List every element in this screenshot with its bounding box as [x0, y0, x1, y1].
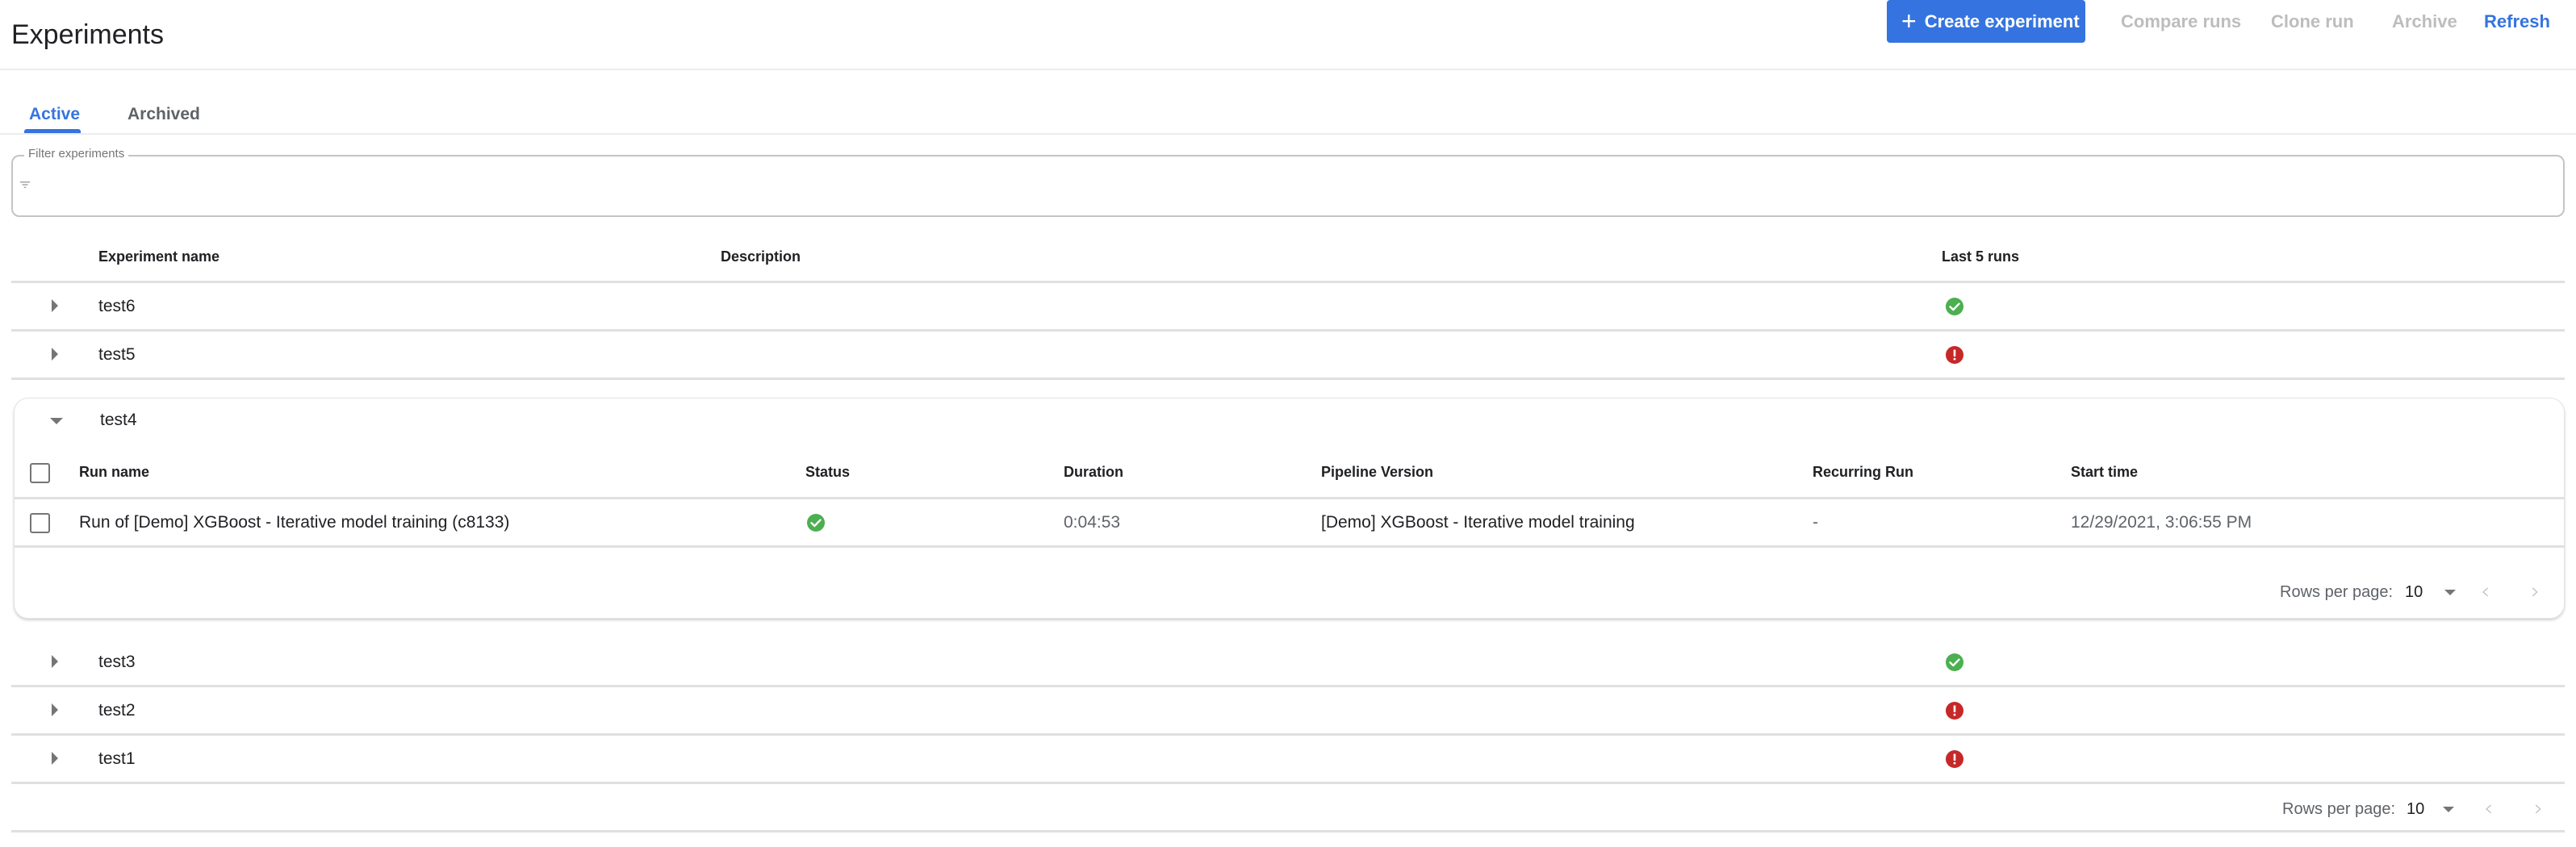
page-title: Experiments: [11, 19, 164, 50]
expanded-experiment-card: test4 Run name Status Duration Pipeline …: [14, 398, 2565, 619]
card-rows-per-page-dropdown-icon[interactable]: [2444, 590, 2456, 595]
create-experiment-label: Create experiment: [1924, 11, 2080, 31]
refresh-button[interactable]: Refresh: [2484, 0, 2550, 43]
tab-archived[interactable]: Archived: [128, 102, 200, 127]
run-name-link[interactable]: Run of [Demo] XGBoost - Iterative model …: [79, 512, 509, 533]
expanded-experiment-name[interactable]: test4: [100, 410, 137, 431]
error-status-icon: [1946, 702, 1963, 720]
expand-arrow-icon[interactable]: [52, 752, 58, 765]
card-rows-per-page-select[interactable]: 10: [2405, 582, 2423, 603]
card-previous-page-icon[interactable]: ‹: [2481, 580, 2490, 603]
experiment-row-test5[interactable]: test5: [11, 332, 2565, 378]
run-start-time: 12/29/2021, 3:06:55 PM: [2071, 513, 2252, 532]
error-status-icon: [1946, 750, 1963, 768]
row-divider: [15, 545, 2564, 548]
column-header-description: Description: [721, 248, 801, 265]
create-experiment-button[interactable]: + Create experiment: [1887, 0, 2085, 43]
run-duration: 0:04:53: [1064, 513, 1121, 532]
next-page-icon[interactable]: ›: [2534, 797, 2543, 820]
row-divider: [11, 782, 2565, 784]
clone-run-button[interactable]: Clone run: [2271, 0, 2354, 43]
rows-per-page-dropdown-icon[interactable]: [2443, 807, 2454, 812]
table-bottom-divider: [11, 830, 2565, 832]
run-pipeline-version-link[interactable]: [Demo] XGBoost - Iterative model trainin…: [1321, 512, 1635, 533]
tab-active[interactable]: Active: [29, 102, 80, 127]
rows-per-page-select[interactable]: 10: [2407, 799, 2424, 820]
experiment-name[interactable]: test5: [98, 344, 136, 365]
filter-experiments-input[interactable]: [42, 168, 2544, 205]
filter-experiments-label: Filter experiments: [24, 146, 129, 162]
experiment-row-test1[interactable]: test1: [11, 736, 2565, 782]
row-divider: [15, 497, 2564, 499]
tabs-divider: [0, 133, 2576, 135]
expand-arrow-icon[interactable]: [52, 703, 58, 716]
expand-arrow-icon[interactable]: [52, 655, 58, 668]
card-rows-per-page-label: Rows per page:: [2280, 583, 2394, 601]
experiment-row-test6[interactable]: test6: [11, 283, 2565, 330]
success-status-icon: [1946, 653, 1963, 671]
error-status-icon: [1946, 346, 1963, 364]
experiment-name[interactable]: test1: [98, 749, 136, 770]
run-column-header-start-time[interactable]: Start time: [2071, 462, 2138, 482]
rows-per-page-label: Rows per page:: [2282, 800, 2396, 818]
column-header-experiment-name[interactable]: Experiment name: [98, 247, 220, 266]
run-column-header-status[interactable]: Status: [805, 462, 850, 482]
select-all-runs-checkbox[interactable]: [30, 463, 50, 483]
expand-arrow-icon[interactable]: [52, 348, 58, 361]
run-recurring-run: -: [1813, 513, 1818, 532]
experiment-name[interactable]: test2: [98, 700, 136, 721]
compare-runs-button[interactable]: Compare runs: [2121, 0, 2241, 43]
run-column-header-duration[interactable]: Duration: [1064, 462, 1123, 482]
run-checkbox[interactable]: [30, 513, 50, 533]
experiment-row-test2[interactable]: test2: [11, 687, 2565, 734]
archive-button[interactable]: Archive: [2392, 0, 2457, 43]
experiment-row-test3[interactable]: test3: [11, 639, 2565, 686]
card-next-page-icon[interactable]: ›: [2531, 580, 2540, 603]
run-column-header-recurring-run[interactable]: Recurring Run: [1813, 462, 1913, 482]
collapse-arrow-icon[interactable]: [50, 418, 63, 424]
run-column-header-run-name[interactable]: Run name: [79, 462, 149, 482]
experiment-name[interactable]: test6: [98, 296, 136, 317]
expand-arrow-icon[interactable]: [52, 299, 58, 312]
run-column-header-pipeline-version[interactable]: Pipeline Version: [1321, 462, 1433, 482]
filter-icon: [20, 182, 30, 188]
experiment-name[interactable]: test3: [98, 652, 136, 673]
success-status-icon: [807, 514, 825, 532]
success-status-icon: [1946, 298, 1963, 315]
header-divider: [0, 69, 2576, 70]
previous-page-icon[interactable]: ‹: [2484, 797, 2493, 820]
row-divider: [11, 378, 2565, 380]
plus-icon: +: [1901, 6, 1917, 35]
column-header-last-5-runs: Last 5 runs: [1942, 248, 2020, 265]
